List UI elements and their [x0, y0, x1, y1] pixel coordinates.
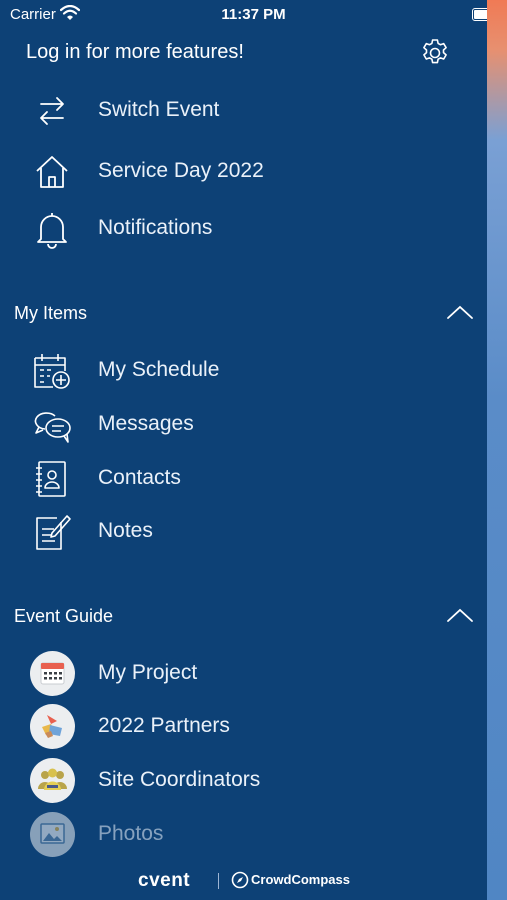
gear-icon[interactable]: [419, 37, 451, 69]
section-header-event-guide[interactable]: Event Guide: [0, 601, 487, 631]
menu-item-label: Contacts: [98, 466, 181, 489]
menu-item-label: 2022 Partners: [98, 714, 230, 737]
menu-item-messages[interactable]: Messages: [0, 399, 487, 449]
crowdcompass-logo: CrowdCompass: [251, 872, 350, 887]
footer-branding: cvent CrowdCompass: [0, 866, 487, 894]
menu-item-label: My Schedule: [98, 358, 220, 381]
menu-item-label: Service Day 2022: [98, 159, 264, 182]
section-title: Event Guide: [14, 606, 114, 626]
login-prompt[interactable]: Log in for more features!: [26, 41, 244, 64]
menu-item-switch-event[interactable]: Switch Event: [0, 85, 487, 135]
section-title: My Items: [14, 303, 88, 323]
calendar-grid-icon: [30, 651, 75, 696]
partners-icon: [30, 704, 75, 749]
menu-item-contacts[interactable]: Contacts: [0, 453, 487, 503]
underlying-screen-edge[interactable]: [487, 0, 507, 900]
footer-divider: [218, 873, 219, 889]
menu-item-label: Site Coordinators: [98, 768, 261, 791]
notes-pencil-icon: [36, 515, 71, 550]
status-bar: Carrier 11:37 PM: [0, 0, 507, 30]
menu-item-label: Photos: [98, 822, 164, 845]
side-menu: Carrier 11:37 PM Log in for more feature…: [0, 0, 496, 900]
menu-item-notes[interactable]: Notes: [0, 506, 487, 556]
menu-item-photos[interactable]: Photos: [0, 809, 487, 859]
people-group-icon: [30, 758, 75, 803]
menu-item-my-project[interactable]: My Project: [0, 648, 487, 698]
menu-item-label: My Project: [98, 661, 198, 684]
calendar-add-icon: [34, 354, 70, 389]
photo-icon: [30, 812, 75, 857]
menu-item-label: Messages: [98, 412, 194, 435]
menu-item-label: Notes: [98, 519, 153, 542]
chevron-up-icon[interactable]: [446, 607, 474, 625]
chat-bubbles-icon: [34, 412, 71, 443]
clock: 11:37 PM: [221, 6, 286, 23]
menu-item-label: Notifications: [98, 216, 213, 239]
menu-item-notifications[interactable]: Notifications: [0, 203, 487, 253]
menu-item-site-coordinators[interactable]: Site Coordinators: [0, 755, 487, 805]
menu-item-label: Switch Event: [98, 98, 220, 121]
chevron-up-icon[interactable]: [446, 304, 474, 322]
section-header-my-items[interactable]: My Items: [0, 298, 487, 328]
cvent-logo: cvent: [138, 870, 191, 891]
menu-item-my-schedule[interactable]: My Schedule: [0, 345, 487, 395]
menu-item-service-day[interactable]: Service Day 2022: [0, 146, 487, 196]
switch-arrows-icon: [40, 97, 64, 125]
crowdcompass-logo-icon: [231, 871, 249, 889]
contact-book-icon: [36, 461, 66, 497]
home-icon: [36, 156, 68, 188]
bell-icon: [37, 213, 67, 249]
menu-item-2022-partners[interactable]: 2022 Partners: [0, 701, 487, 751]
